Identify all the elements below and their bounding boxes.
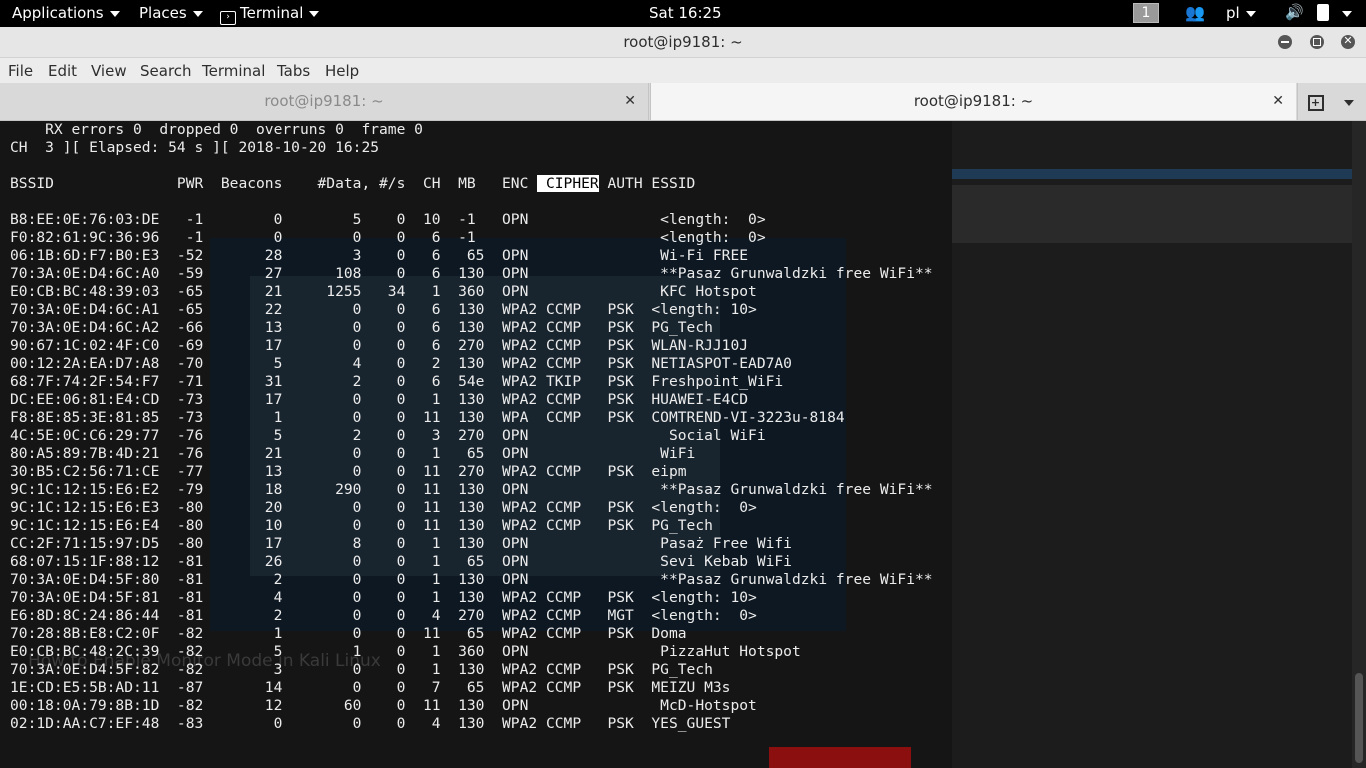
network-row: 00:18:0A:79:8B:1D -82 12 60 0 11 130 OPN… — [10, 697, 757, 714]
terminal-view[interactable]: How to Enable Monitor Mode in Kali Linux… — [0, 121, 1366, 768]
network-row: E0:CB:BC:48:39:03 -65 21 1255 34 1 360 O… — [10, 283, 757, 300]
tab-1[interactable]: root@ip9181: ~ ✕ — [0, 83, 649, 120]
channel-status-line: CH 3 ][ Elapsed: 54 s ][ 2018-10-20 16:2… — [10, 139, 380, 156]
network-row: 02:1D:AA:C7:EF:48 -83 0 0 0 4 130 WPA2 C… — [10, 715, 731, 732]
network-row: 70:28:8B:E8:C2:0F -82 1 0 0 11 65 WPA2 C… — [10, 625, 687, 642]
airodump-output: RX errors 0 dropped 0 overruns 0 frame 0… — [10, 121, 933, 733]
network-row: 9C:1C:12:15:E6:E2 -79 18 290 0 11 130 OP… — [10, 481, 933, 498]
menu-view[interactable]: View — [91, 62, 127, 80]
places-menu[interactable]: Places — [139, 4, 203, 22]
close-tab-icon[interactable]: ✕ — [1272, 83, 1284, 120]
network-row: DC:EE:06:81:E4:CD -73 17 0 0 1 130 WPA2 … — [10, 391, 749, 408]
minimize-button[interactable] — [1278, 35, 1292, 49]
background-subscribe-button — [769, 747, 911, 768]
network-row: 70:3A:0E:D4:6C:A2 -66 13 0 0 6 130 WPA2 … — [10, 319, 713, 336]
header-columns-end: AUTH ESSID — [598, 175, 696, 192]
minimize-icon — [1281, 41, 1289, 43]
background-selected-row — [952, 169, 1352, 179]
volume-icon[interactable]: 🔊 — [1285, 3, 1304, 21]
network-row: 70:3A:0E:D4:5F:80 -81 2 0 0 1 130 OPN **… — [10, 571, 933, 588]
network-row: 70:3A:0E:D4:6C:A1 -65 22 0 0 6 130 WPA2 … — [10, 301, 757, 318]
cipher-column-highlight: CIPHER — [537, 175, 599, 192]
battery-icon[interactable] — [1317, 4, 1329, 23]
scrollbar-thumb[interactable] — [1355, 673, 1363, 763]
chevron-down-icon — [192, 10, 203, 17]
network-row: 9C:1C:12:15:E6:E3 -80 20 0 0 11 130 WPA2… — [10, 499, 757, 516]
network-row: 06:1B:6D:F7:B0:E3 -52 28 3 0 6 65 OPN Wi… — [10, 247, 749, 264]
network-row: E0:CB:BC:48:2C:39 -82 5 1 0 1 360 OPN Pi… — [10, 643, 801, 660]
close-tab-icon[interactable]: ✕ — [624, 83, 636, 120]
network-row: 9C:1C:12:15:E6:E4 -80 10 0 0 11 130 WPA2… — [10, 517, 713, 534]
network-row: 70:3A:0E:D4:6C:A0 -59 27 108 0 6 130 OPN… — [10, 265, 933, 282]
menu-file[interactable]: File — [8, 62, 33, 80]
network-row: CC:2F:71:15:97:D5 -80 17 8 0 1 130 OPN P… — [10, 535, 792, 552]
menu-tabs[interactable]: Tabs — [277, 62, 310, 80]
language-menu[interactable]: pl — [1226, 4, 1256, 22]
maximize-icon — [1313, 38, 1321, 46]
workspace-indicator[interactable]: 1 — [1133, 3, 1159, 23]
menu-edit[interactable]: Edit — [48, 62, 77, 80]
menubar: File Edit View Search Terminal Tabs Help — [0, 58, 1366, 83]
people-icon[interactable]: 👥 — [1185, 3, 1205, 22]
new-tab-icon: + — [1307, 94, 1324, 111]
network-row: 70:3A:0E:D4:5F:82 -82 3 0 0 1 130 WPA2 C… — [10, 661, 713, 678]
menu-terminal[interactable]: Terminal — [202, 62, 265, 80]
clock[interactable]: Sat 16:25 — [649, 4, 722, 22]
maximize-button[interactable] — [1310, 35, 1324, 49]
header-columns: BSSID PWR Beacons #Data, #/s CH MB ENC — [10, 175, 538, 192]
terminal-app-menu[interactable]: › Terminal — [220, 4, 320, 25]
terminal-scrollbar[interactable] — [1352, 121, 1366, 768]
language-label: pl — [1226, 4, 1240, 22]
chevron-down-icon — [1342, 10, 1352, 17]
terminal-app-label: Terminal — [240, 4, 304, 22]
network-row: 80:A5:89:7B:4D:21 -76 21 0 0 1 65 OPN Wi… — [10, 445, 696, 462]
tab-2[interactable]: root@ip9181: ~ ✕ — [650, 83, 1296, 120]
applications-label: Applications — [12, 4, 104, 22]
chevron-down-icon — [109, 10, 120, 17]
tab-list-button[interactable] — [1332, 83, 1366, 120]
network-row: 4C:5E:0C:C6:29:77 -76 5 2 0 3 270 OPN So… — [10, 427, 766, 444]
background-detail-pane — [952, 185, 1352, 243]
window-title: root@ip9181: ~ — [623, 33, 743, 51]
close-icon: ✕ — [1343, 34, 1353, 47]
rx-errors-line: RX errors 0 dropped 0 overruns 0 frame 0 — [10, 121, 423, 138]
system-menu[interactable] — [1336, 4, 1352, 22]
network-rows: B8:EE:0E:76:03:DE -1 0 5 0 10 -1 OPN <le… — [10, 211, 933, 732]
table-header: BSSID PWR Beacons #Data, #/s CH MB ENC C… — [10, 175, 695, 192]
chevron-down-icon — [309, 10, 320, 17]
network-row: 70:3A:0E:D4:5F:81 -81 4 0 0 1 130 WPA2 C… — [10, 589, 757, 606]
places-label: Places — [139, 4, 187, 22]
menu-search[interactable]: Search — [140, 62, 192, 80]
network-row: E6:8D:8C:24:86:44 -81 2 0 0 4 270 WPA2 C… — [10, 607, 757, 624]
network-row: 68:7F:74:2F:54:F7 -71 31 2 0 6 54e WPA2 … — [10, 373, 784, 390]
tab-bar: root@ip9181: ~ ✕ root@ip9181: ~ ✕ + — [0, 83, 1366, 121]
window-titlebar[interactable]: root@ip9181: ~ ✕ — [0, 27, 1366, 58]
network-row: 68:07:15:1F:88:12 -81 26 0 0 1 65 OPN Se… — [10, 553, 792, 570]
network-row: 1E:CD:E5:5B:AD:11 -87 14 0 0 7 65 WPA2 C… — [10, 679, 731, 696]
terminal-icon: › — [220, 11, 236, 25]
new-tab-button[interactable]: + — [1297, 83, 1333, 120]
top-panel: Applications Places › Terminal Sat 16:25 … — [0, 0, 1366, 27]
tab-1-label: root@ip9181: ~ — [264, 92, 384, 110]
applications-menu[interactable]: Applications — [12, 4, 120, 22]
tab-2-label: root@ip9181: ~ — [913, 92, 1034, 110]
network-row: 00:12:2A:EA:D7:A8 -70 5 4 0 2 130 WPA2 C… — [10, 355, 792, 372]
chevron-down-icon — [1245, 10, 1256, 17]
network-row: F8:8E:85:3E:81:85 -73 1 0 0 11 130 WPA C… — [10, 409, 845, 426]
menu-help[interactable]: Help — [325, 62, 359, 80]
chevron-down-icon — [1344, 99, 1354, 106]
network-row: B8:EE:0E:76:03:DE -1 0 5 0 10 -1 OPN <le… — [10, 211, 766, 228]
close-window-button[interactable]: ✕ — [1341, 34, 1355, 49]
network-row: 90:67:1C:02:4F:C0 -69 17 0 0 6 270 WPA2 … — [10, 337, 749, 354]
network-row: 30:B5:C2:56:71:CE -77 13 0 0 11 270 WPA2… — [10, 463, 687, 480]
network-row: F0:82:61:9C:36:96 -1 0 0 0 6 -1 <length:… — [10, 229, 766, 246]
